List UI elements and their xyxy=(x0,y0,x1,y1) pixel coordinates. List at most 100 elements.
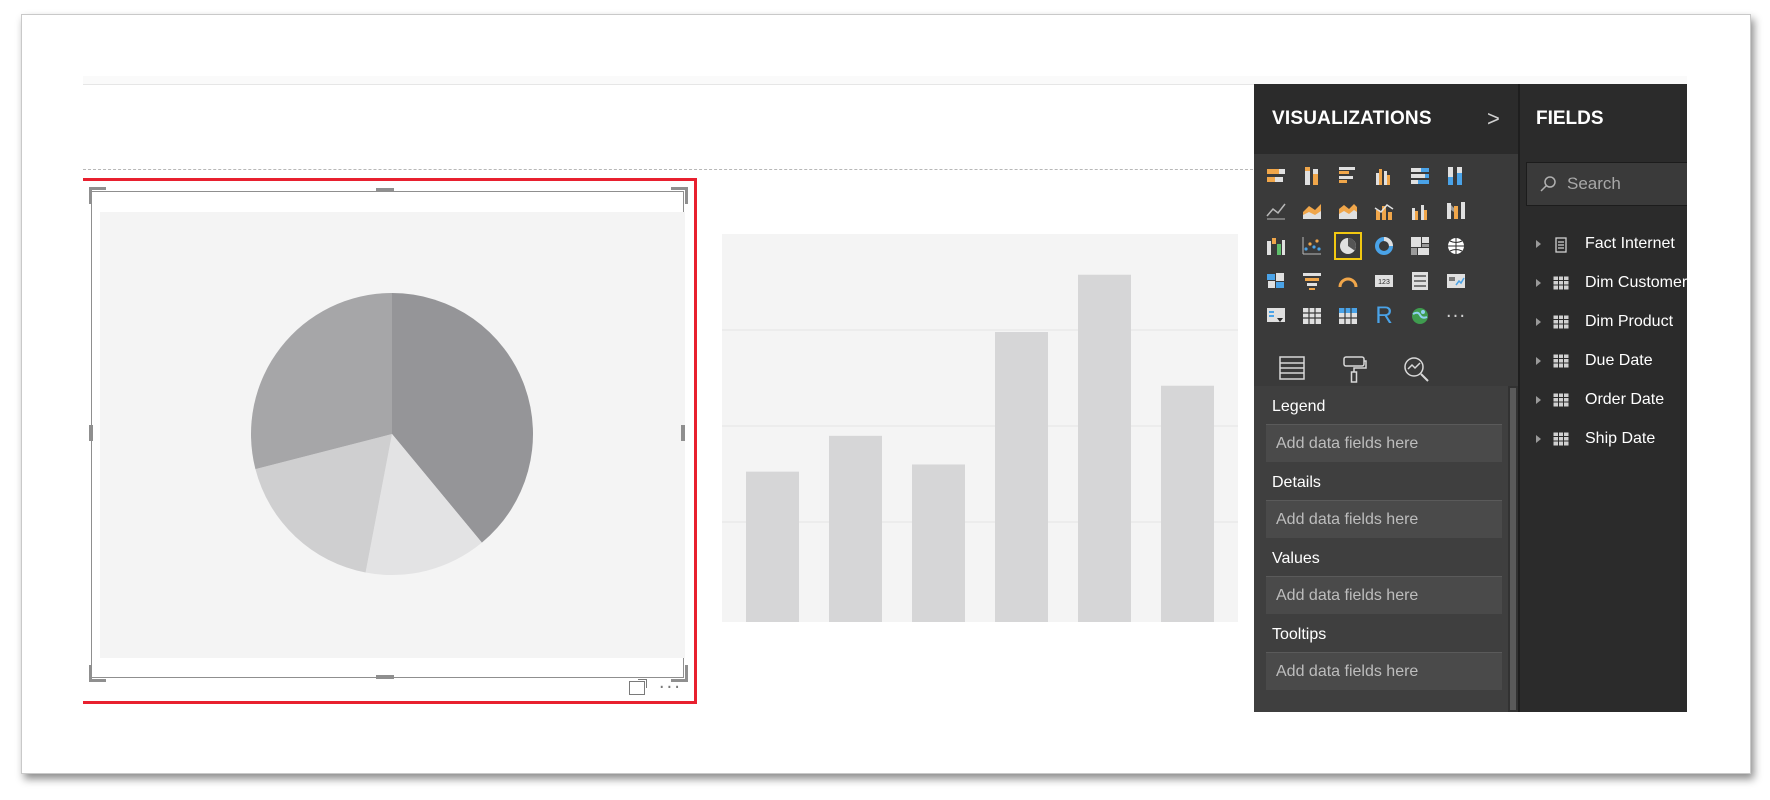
visualizations-title: VISUALIZATIONS xyxy=(1272,108,1432,129)
table-icon xyxy=(1553,392,1569,407)
pie-chart xyxy=(251,293,533,575)
well-dropzone-legend[interactable]: Add data fields here xyxy=(1266,424,1502,462)
fields-title: FIELDS xyxy=(1536,108,1604,129)
column-chart-visual[interactable] xyxy=(722,234,1238,622)
field-table-label: Fact Internet xyxy=(1585,234,1675,252)
r-visual-icon[interactable]: R xyxy=(1370,302,1398,330)
filled-map-icon[interactable] xyxy=(1262,267,1290,295)
column-bar[interactable] xyxy=(1078,274,1131,622)
field-table-item[interactable]: Dim Customer xyxy=(1520,263,1687,302)
100pct-column-icon[interactable] xyxy=(1442,162,1470,190)
expand-caret-icon[interactable] xyxy=(1536,356,1541,365)
area-chart-icon[interactable] xyxy=(1298,197,1326,225)
gauge-icon[interactable] xyxy=(1334,267,1362,295)
kpi-icon[interactable] xyxy=(1442,267,1470,295)
table-icon xyxy=(1553,275,1569,290)
well-dropzone-tooltips[interactable]: Add data fields here xyxy=(1266,652,1502,690)
globe-icon[interactable] xyxy=(1406,302,1434,330)
expand-caret-icon[interactable] xyxy=(1536,317,1541,326)
expand-caret-icon[interactable] xyxy=(1536,278,1541,287)
card-icon[interactable]: 123 xyxy=(1370,267,1398,295)
fields-search-input[interactable] xyxy=(1565,173,1687,195)
ribbon-chart-icon[interactable] xyxy=(1442,197,1470,225)
field-table-label: Dim Product xyxy=(1585,312,1674,330)
field-table-label: Order Date xyxy=(1585,390,1665,408)
wells-scrollbar[interactable] xyxy=(1508,386,1518,712)
field-table-item[interactable]: Ship Date xyxy=(1520,419,1687,458)
field-table-item[interactable]: Fact Internet xyxy=(1520,224,1687,263)
treemap-icon[interactable] xyxy=(1406,232,1434,260)
resize-handle-right[interactable] xyxy=(681,425,685,441)
visualizations-pane: VISUALIZATIONS > 123 R ··· Legend Add data … xyxy=(1254,84,1518,712)
field-table-item[interactable]: Dim Product xyxy=(1520,302,1687,341)
stacked-area-icon[interactable] xyxy=(1334,197,1362,225)
well-label-values: Values xyxy=(1272,550,1320,567)
fields-pane: FIELDS Fact Internet Dim Customer Dim Prod… xyxy=(1518,84,1687,712)
stacked-bar-icon[interactable] xyxy=(1262,162,1290,190)
resize-handle-top[interactable] xyxy=(376,188,394,192)
canvas-guide-line xyxy=(83,169,1258,170)
field-list: Fact Internet Dim Customer Dim Product Due … xyxy=(1520,224,1687,458)
stacked-column-icon[interactable] xyxy=(1298,162,1326,190)
pane-tabs xyxy=(1254,337,1518,393)
focus-mode-icon[interactable] xyxy=(628,679,647,695)
100pct-bar-icon[interactable] xyxy=(1406,162,1434,190)
column-bar[interactable] xyxy=(912,464,965,622)
well-label-legend: Legend xyxy=(1272,398,1326,415)
fact-table-icon xyxy=(1553,236,1569,253)
expand-caret-icon[interactable] xyxy=(1536,239,1541,248)
matrix-icon[interactable] xyxy=(1334,302,1362,330)
funnel-icon[interactable] xyxy=(1298,267,1326,295)
well-dropzone-details[interactable]: Add data fields here xyxy=(1266,500,1502,538)
column-bar[interactable] xyxy=(746,471,799,622)
scatter-icon[interactable] xyxy=(1298,232,1326,260)
column-chart xyxy=(722,274,1238,622)
slicer-icon[interactable] xyxy=(1262,302,1290,330)
fields-search-box[interactable] xyxy=(1526,162,1687,206)
field-wells: Legend Add data fields here Details Add dat… xyxy=(1254,386,1508,712)
field-table-label: Dim Customer xyxy=(1585,273,1687,291)
field-table-label: Due Date xyxy=(1585,351,1653,369)
table-icon xyxy=(1553,314,1569,329)
line-clustered-column-icon[interactable] xyxy=(1406,197,1434,225)
map-icon[interactable] xyxy=(1442,232,1470,260)
svg-text:123: 123 xyxy=(1378,279,1390,286)
column-bar[interactable] xyxy=(829,435,882,622)
column-bar[interactable] xyxy=(995,332,1048,622)
waterfall-icon[interactable] xyxy=(1262,232,1290,260)
more-visuals-label: ··· xyxy=(1445,305,1467,327)
table-icon xyxy=(1553,353,1569,368)
r-visual-label: R xyxy=(1375,302,1393,329)
resize-handle-top-right[interactable] xyxy=(671,187,688,204)
expand-caret-icon[interactable] xyxy=(1536,434,1541,443)
clustered-column-icon[interactable] xyxy=(1370,162,1398,190)
pie-chart-canvas xyxy=(100,212,685,658)
collapse-pane-icon[interactable]: > xyxy=(1487,106,1500,132)
column-bar[interactable] xyxy=(1161,385,1214,622)
search-icon xyxy=(1540,176,1556,192)
multi-row-card-icon[interactable] xyxy=(1406,267,1434,295)
field-table-label: Ship Date xyxy=(1585,429,1656,447)
resize-handle-bottom-left[interactable] xyxy=(89,665,106,682)
field-table-item[interactable]: Due Date xyxy=(1520,341,1687,380)
resize-handle-bottom[interactable] xyxy=(376,675,394,679)
expand-caret-icon[interactable] xyxy=(1536,395,1541,404)
table-icon[interactable] xyxy=(1298,302,1326,330)
resize-handle-top-left[interactable] xyxy=(89,187,106,204)
scrollbar-thumb[interactable] xyxy=(1510,388,1516,710)
pie-chart-visual[interactable]: ··· xyxy=(83,178,697,704)
pie-chart-icon[interactable] xyxy=(1334,232,1362,260)
more-options-icon[interactable]: ··· xyxy=(659,679,682,697)
resize-handle-left[interactable] xyxy=(89,425,93,441)
well-label-details: Details xyxy=(1272,474,1321,491)
visual-bounding-box xyxy=(91,191,685,678)
field-table-item[interactable]: Order Date xyxy=(1520,380,1687,419)
clustered-bar-icon[interactable] xyxy=(1334,162,1362,190)
visual-types-gallery: 123 R ··· xyxy=(1254,154,1518,337)
line-column-icon[interactable] xyxy=(1370,197,1398,225)
line-chart-icon[interactable] xyxy=(1262,197,1290,225)
well-dropzone-values[interactable]: Add data fields here xyxy=(1266,576,1502,614)
donut-chart-icon[interactable] xyxy=(1370,232,1398,260)
table-icon xyxy=(1553,431,1569,446)
more-icon[interactable]: ··· xyxy=(1442,302,1470,330)
